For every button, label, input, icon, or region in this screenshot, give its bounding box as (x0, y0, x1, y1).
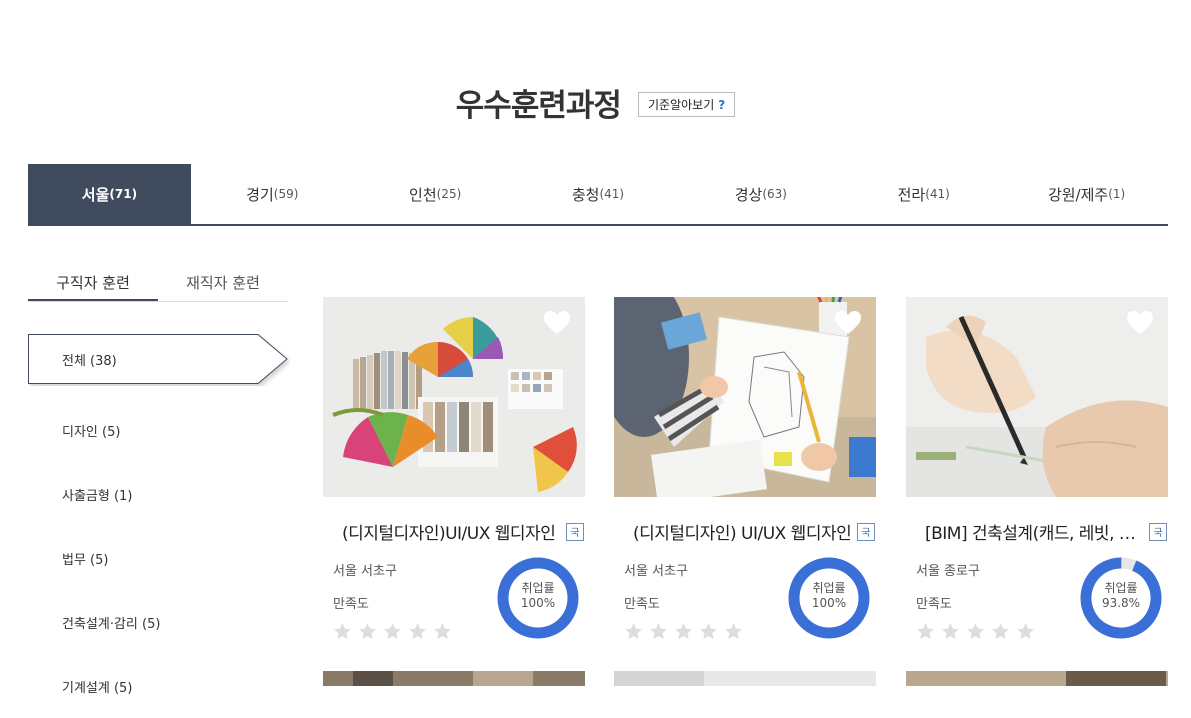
employment-rate-value: 100% (811, 596, 847, 610)
employment-rate-text: 취업률 100% (788, 581, 870, 611)
tab-jobseeker-training[interactable]: 구직자 훈련 (28, 265, 158, 301)
employment-rate-text: 취업률 100% (497, 581, 579, 611)
star-icon (334, 623, 351, 640)
region-name: 경상 (734, 185, 763, 204)
category-item-architecture[interactable]: 건축설계·감리 (5) (28, 590, 288, 654)
region-count: (59) (273, 187, 299, 201)
star-icon (992, 623, 1009, 640)
course-card-next-row[interactable] (614, 671, 876, 686)
course-card-next-row[interactable] (323, 671, 585, 686)
course-title[interactable]: (디지털디자인) UI/UX 웹디자인 (633, 519, 855, 544)
page-title: 우수훈련과정 (455, 88, 622, 124)
employment-rate-label: 취업률 (1104, 581, 1138, 595)
region-name: 전라 (897, 185, 926, 204)
tab-region-gyeonggi[interactable]: 경기 (59) (191, 164, 354, 224)
category-item-mechanical-design[interactable]: 기계설계 (5) (28, 654, 288, 718)
category-item-injection-mold[interactable]: 사출금형 (1) (28, 462, 288, 526)
region-name: 인천 (409, 185, 437, 204)
course-card[interactable]: [BIM] 건축설계(캐드, 레빗, 스케치업) 국 서울 종로구 만족도 취업… (906, 297, 1168, 641)
national-badge: 국 (1149, 522, 1167, 541)
category-item-law[interactable]: 법무 (5) (28, 526, 288, 590)
tab-region-chungcheong[interactable]: 충청 (41) (517, 164, 680, 224)
star-icon (409, 623, 426, 640)
course-thumbnail[interactable] (323, 297, 585, 497)
region-name: 경기 (246, 185, 274, 204)
region-count: (63) (762, 187, 787, 201)
star-icon (942, 623, 959, 640)
heart-icon[interactable] (543, 310, 571, 336)
tab-employee-training[interactable]: 재직자 훈련 (158, 265, 288, 301)
course-title[interactable]: [BIM] 건축설계(캐드, 레빗, 스케치업) (925, 519, 1147, 544)
title-area: 우수훈련과정 기준알아보기? (0, 80, 1191, 125)
employment-rate-text: 취업률 93.8% (1080, 581, 1162, 611)
course-thumbnail (906, 671, 1168, 686)
heart-icon[interactable] (834, 310, 862, 336)
tab-region-jeolla[interactable]: 전라 (41) (842, 164, 1005, 224)
region-count: (41) (925, 187, 950, 201)
course-card-next-row[interactable] (906, 671, 1168, 686)
course-title[interactable]: (디지털디자인)UI/UX 웹디자인 (342, 519, 564, 544)
region-name: 충청 (571, 185, 600, 204)
tab-region-seoul[interactable]: 서울 (71) (28, 164, 191, 224)
course-title-row[interactable]: [BIM] 건축설계(캐드, 레빗, 스케치업) 국 (906, 519, 1168, 544)
region-count: (1) (1108, 187, 1126, 201)
region-count: (41) (599, 187, 625, 201)
training-type-tabs: 구직자 훈련 재직자 훈련 (28, 265, 288, 302)
employment-rate-label: 취업률 (812, 581, 846, 595)
star-icon (725, 623, 742, 640)
employment-rate-label: 취업률 (521, 581, 555, 595)
tab-region-incheon[interactable]: 인천 (25) (354, 164, 517, 224)
course-thumbnail (323, 671, 585, 686)
star-icon (384, 623, 401, 640)
course-card[interactable]: (디지털디자인)UI/UX 웹디자인 국 서울 서초구 만족도 취업률 100% (323, 297, 585, 641)
category-item-design[interactable]: 디자인 (5) (28, 398, 288, 462)
star-icon (917, 623, 934, 640)
help-icon: ? (718, 98, 726, 112)
category-item-all[interactable]: 전체 (38) (28, 334, 288, 384)
region-count: (25) (436, 187, 462, 201)
star-icon (434, 623, 451, 640)
star-icon (700, 623, 717, 640)
region-tabs: 서울 (71) 경기 (59) 인천 (25) 충청 (41) 경상 (63) 전라 (41… (28, 164, 1168, 226)
employment-rate-gauge: 취업률 100% (497, 557, 579, 639)
category-list: 전체 (38) 디자인 (5) 사출금형 (1) 법무 (5) 건축설계·감리 … (28, 334, 288, 718)
tab-region-gyeongsang[interactable]: 경상 (63) (679, 164, 842, 224)
national-badge: 국 (566, 522, 584, 541)
star-icon (967, 623, 984, 640)
employment-rate-gauge: 취업률 93.8% (1080, 557, 1162, 639)
employment-rate-value: 100% (520, 596, 556, 610)
heart-icon[interactable] (1126, 310, 1154, 336)
region-name: 강원/제주 (1047, 185, 1109, 204)
employment-rate-gauge: 취업률 100% (788, 557, 870, 639)
course-thumbnail[interactable] (614, 297, 876, 497)
region-count: (71) (109, 187, 138, 201)
course-thumbnail[interactable] (906, 297, 1168, 497)
category-label: 전체 (38) (62, 353, 117, 369)
star-icon (675, 623, 692, 640)
course-thumbnail (614, 671, 876, 686)
star-icon (359, 623, 376, 640)
national-badge: 국 (857, 522, 875, 541)
star-icon (1017, 623, 1034, 640)
course-title-row[interactable]: (디지털디자인)UI/UX 웹디자인 국 (323, 519, 585, 544)
star-icon (650, 623, 667, 640)
course-card[interactable]: (디지털디자인) UI/UX 웹디자인 국 서울 서초구 만족도 취업률 100% (614, 297, 876, 641)
star-icon (625, 623, 642, 640)
region-name: 서울 (81, 185, 110, 204)
employment-rate-value: 93.8% (1101, 596, 1141, 610)
course-title-row[interactable]: (디지털디자인) UI/UX 웹디자인 국 (614, 519, 876, 544)
criteria-label: 기준알아보기 (648, 98, 715, 112)
tab-region-gangwon-jeju[interactable]: 강원/제주 (1) (1005, 164, 1168, 224)
criteria-button[interactable]: 기준알아보기? (638, 92, 736, 117)
